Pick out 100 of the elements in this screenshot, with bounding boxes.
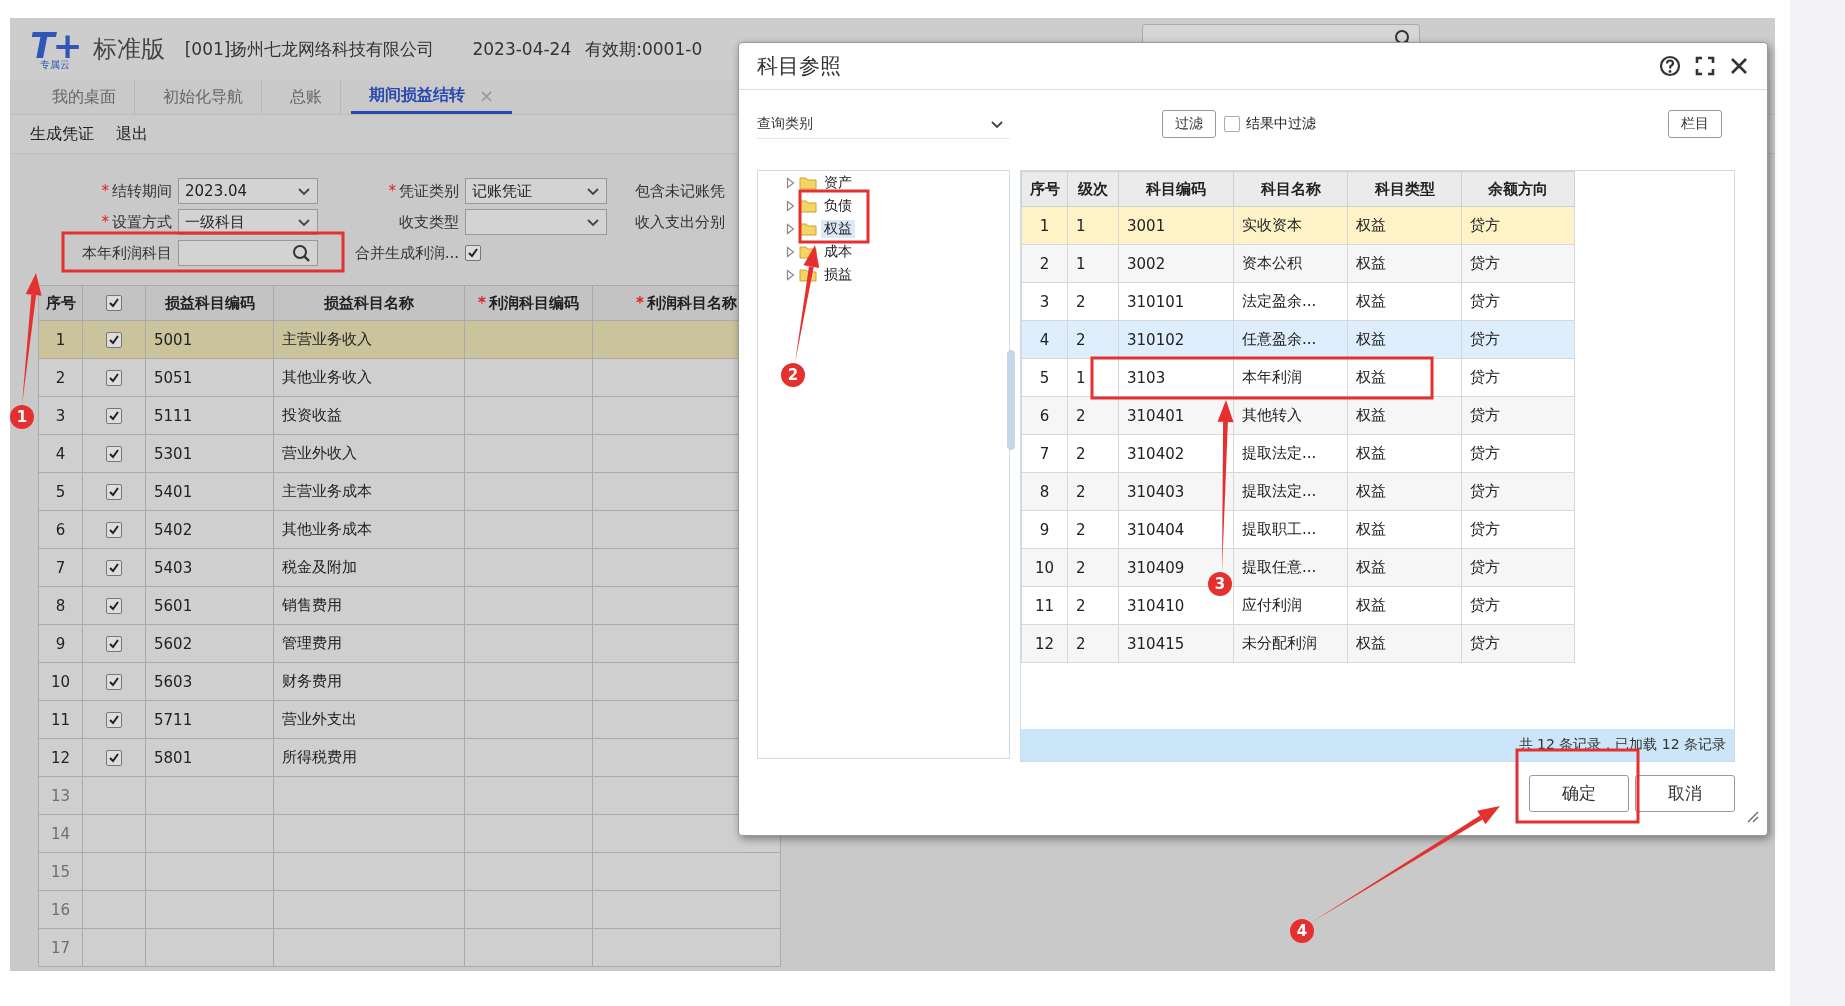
table-row[interactable]: 9 5602 管理费用 — [38, 624, 781, 663]
search-icon — [292, 243, 311, 263]
table-cell: 3103 — [1118, 358, 1234, 397]
table-cell: 权益 — [1347, 548, 1462, 587]
expand-icon[interactable] — [786, 245, 795, 258]
row-number: 4 — [1021, 320, 1068, 359]
table-row[interactable]: 12 5801 所得税费用 — [38, 738, 781, 777]
select-field[interactable]: 2023.04 — [178, 178, 318, 204]
folder-icon — [799, 198, 817, 213]
table-cell: 所得税费用 — [273, 738, 465, 777]
table-cell: 310402 — [1118, 434, 1234, 473]
splitter-handle[interactable] — [1007, 350, 1015, 450]
table-cell: 5001 — [145, 320, 274, 359]
checkbox[interactable] — [106, 597, 122, 614]
checkbox[interactable] — [106, 407, 122, 424]
table-cell: 5401 — [145, 472, 274, 511]
table-cell: 5801 — [145, 738, 274, 777]
logo: T+ 专属云 — [30, 28, 81, 70]
columns-button[interactable]: 栏目 — [1668, 110, 1722, 138]
table-row[interactable]: 11 5711 营业外支出 — [38, 700, 781, 739]
checkbox[interactable] — [106, 749, 122, 766]
row-number: 2 — [38, 358, 83, 397]
expand-icon[interactable] — [786, 176, 795, 189]
table-cell: 权益 — [1347, 434, 1462, 473]
company-name: [001]扬州七龙网络科技有限公司 — [184, 37, 435, 61]
resize-grip-icon[interactable] — [1745, 809, 1759, 823]
tab[interactable]: 我的桌面 — [34, 80, 135, 114]
expand-icon[interactable] — [786, 222, 795, 235]
row-number: 5 — [38, 472, 83, 511]
table-cell: 销售费用 — [273, 586, 465, 625]
expand-icon[interactable] — [786, 199, 795, 212]
table-cell: 权益 — [1347, 320, 1462, 359]
table-cell: 3001 — [1118, 206, 1234, 245]
column-header: * 利润科目编码 — [464, 285, 593, 321]
tree-item[interactable]: 权益 — [821, 219, 855, 238]
table-row[interactable]: 1 5001 主营业务收入 — [38, 320, 781, 359]
table-row[interactable]: 10 5603 财务费用 — [38, 662, 781, 701]
checkbox[interactable] — [465, 245, 481, 261]
tree-item[interactable]: 负债 — [821, 196, 855, 215]
toolbar-button[interactable]: 生成凭证 — [30, 123, 94, 145]
checkbox[interactable] — [106, 369, 122, 386]
checkbox[interactable] — [106, 635, 122, 652]
table-cell: 实收资本 — [1233, 206, 1348, 245]
table-cell: 贷方 — [1461, 244, 1575, 283]
help-icon[interactable] — [1659, 55, 1681, 77]
toolbar-button[interactable]: 退出 — [116, 123, 148, 145]
checkbox[interactable] — [106, 521, 122, 538]
table-cell: 权益 — [1347, 510, 1462, 549]
table-cell: 提取法定... — [1233, 434, 1348, 473]
checkbox[interactable] — [106, 445, 122, 462]
table-cell: 310404 — [1118, 510, 1234, 549]
close-icon[interactable] — [1729, 56, 1749, 76]
select-field[interactable]: 记账凭证 — [465, 178, 607, 204]
tree-item[interactable]: 损益 — [821, 265, 855, 284]
filter-button[interactable]: 过滤 — [1162, 110, 1216, 138]
table-row[interactable]: 8 5601 销售费用 — [38, 586, 781, 625]
cancel-button[interactable]: 取消 — [1635, 775, 1735, 812]
tree-item[interactable]: 成本 — [821, 242, 855, 261]
form-label: 收入支出分别 — [635, 212, 725, 232]
category-select[interactable]: 查询类别 — [757, 109, 1010, 139]
checkbox[interactable] — [1224, 116, 1240, 132]
select-field[interactable]: 一级科目 — [178, 209, 318, 235]
column-header: 科目名称 — [1233, 171, 1348, 207]
column-header: 序号 — [1021, 171, 1068, 207]
row-number: 1 — [1021, 206, 1068, 245]
tree-item[interactable]: 资产 — [821, 173, 855, 192]
row-number: 5 — [1021, 358, 1068, 397]
table-cell: 权益 — [1347, 206, 1462, 245]
checkbox[interactable] — [106, 483, 122, 500]
checkbox[interactable] — [106, 295, 122, 311]
table-cell: 2 — [1067, 548, 1119, 587]
table-cell: 2 — [1067, 282, 1119, 321]
checkbox[interactable] — [106, 673, 122, 690]
table-row[interactable]: 3 5111 投资收益 — [38, 396, 781, 435]
tab[interactable]: 初始化导航 — [145, 80, 262, 114]
lookup-field[interactable] — [178, 240, 318, 266]
row-number: 12 — [38, 738, 83, 777]
table-row[interactable]: 7 5403 税金及附加 — [38, 548, 781, 587]
maximize-icon[interactable] — [1695, 56, 1715, 76]
select-field[interactable] — [465, 209, 607, 235]
table-cell: 2 — [1067, 320, 1119, 359]
checkbox[interactable] — [106, 711, 122, 728]
expand-icon[interactable] — [786, 268, 795, 281]
row-number: 14 — [38, 814, 83, 853]
checkbox[interactable] — [106, 559, 122, 576]
table-row[interactable]: 4 5301 营业外收入 — [38, 434, 781, 473]
row-number: 1 — [38, 320, 83, 359]
confirm-button[interactable]: 确定 — [1529, 775, 1629, 812]
edition-label: 标准版 — [92, 34, 165, 65]
table-row[interactable]: 6 5402 其他业务成本 — [38, 510, 781, 549]
checkbox[interactable] — [106, 331, 122, 348]
step-badge: 4 — [1290, 919, 1314, 943]
table-cell: 资本公积 — [1233, 244, 1348, 283]
tab[interactable]: 总账 — [272, 80, 341, 114]
table-row[interactable]: 2 5051 其他业务收入 — [38, 358, 781, 397]
table-cell: 贷方 — [1461, 358, 1575, 397]
table-cell: 2 — [1067, 472, 1119, 511]
row-number: 10 — [38, 662, 83, 701]
table-row[interactable]: 5 5401 主营业务成本 — [38, 472, 781, 511]
table-cell: 提取任意... — [1233, 548, 1348, 587]
